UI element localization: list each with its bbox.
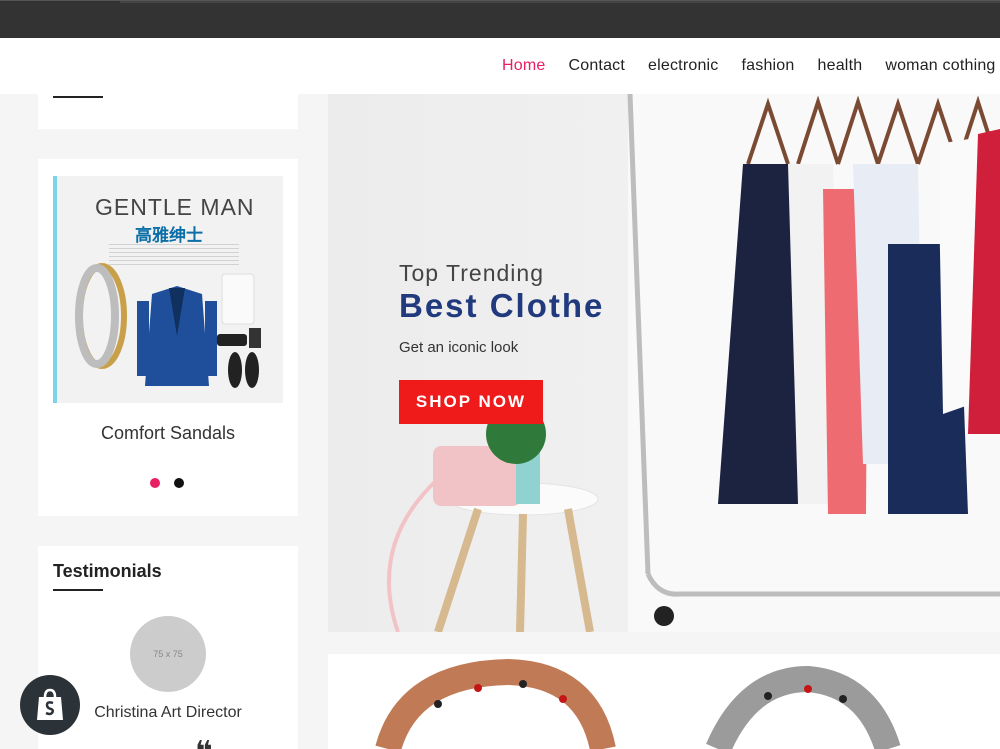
shoes	[228, 352, 259, 388]
product-strip	[328, 654, 1000, 749]
slider-dot-1[interactable]	[150, 478, 160, 488]
product-slider-widget: GENTLE MAN 高雅绅士 Comfort Sandals	[38, 159, 298, 516]
top-bar	[0, 0, 1000, 38]
nav-electronic[interactable]: electronic	[648, 57, 718, 75]
main-navbar: Home Contact electronic fashion health w…	[0, 38, 1000, 94]
shop-now-button[interactable]: SHOP NOW	[399, 380, 543, 424]
nav-fashion[interactable]: fashion	[742, 57, 795, 75]
nav-woman-clothing[interactable]: woman cothing	[885, 57, 995, 75]
slider-dot-2[interactable]	[174, 478, 184, 488]
top-bar-line	[120, 1, 1000, 3]
blue-blazer	[137, 286, 217, 386]
product-illustration	[75, 263, 261, 388]
hero-description: Get an iconic look	[399, 339, 519, 356]
bracelet-products	[375, 658, 901, 749]
silver-bracelet	[706, 665, 901, 749]
product-image[interactable]: GENTLE MAN 高雅绅士	[53, 176, 283, 403]
pink-handbag	[387, 446, 521, 632]
shopify-badge[interactable]	[20, 675, 80, 735]
quote-icon: ❝	[195, 738, 213, 749]
white-shirt	[221, 273, 255, 325]
testimonials-title: Testimonials	[53, 561, 162, 581]
sidebar-widget-top	[38, 94, 298, 129]
nav-contact[interactable]: Contact	[568, 57, 625, 75]
hero-title: Best Clothe	[399, 287, 605, 324]
dresses	[718, 129, 1000, 514]
hero-illustration	[387, 94, 1000, 632]
shopify-bag-icon	[37, 688, 63, 720]
product-name[interactable]: Comfort Sandals	[38, 423, 298, 444]
testimonials-widget: Testimonials 75 x 75 Christina Art Direc…	[38, 546, 298, 749]
avatar-placeholder-text: 75 x 75	[153, 649, 183, 659]
hero-subtitle: Top Trending	[399, 260, 544, 286]
slider-dots	[150, 478, 184, 488]
widget-underline	[53, 96, 103, 98]
bracelet-silver	[75, 264, 119, 368]
testimonials-underline	[53, 589, 103, 591]
nav-health[interactable]: health	[818, 57, 863, 75]
main-nav: Home Contact electronic fashion health w…	[502, 38, 1000, 94]
avatar: 75 x 75	[130, 616, 206, 692]
copper-bracelet	[375, 658, 616, 749]
nav-home[interactable]: Home	[502, 57, 545, 75]
hero-banner: Top Trending Best Clothe Get an iconic l…	[328, 94, 1000, 632]
belt-and-cologne	[217, 328, 261, 348]
